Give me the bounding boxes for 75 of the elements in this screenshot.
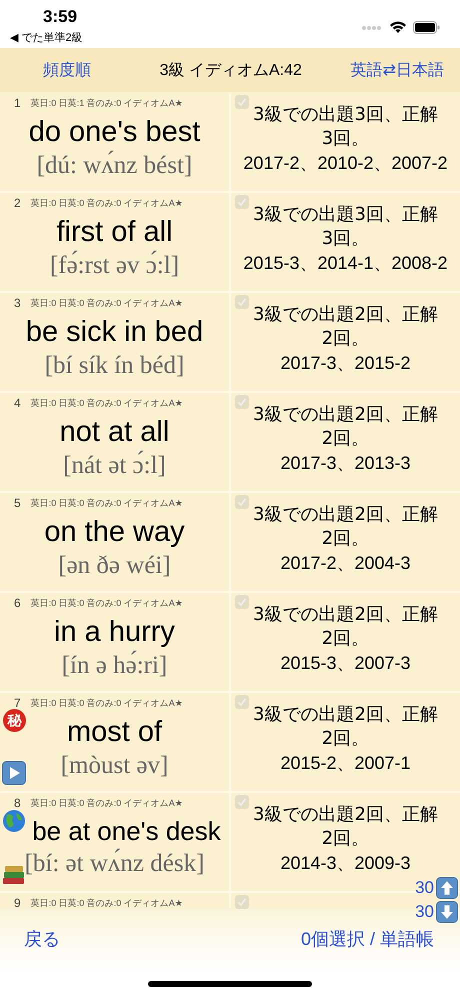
row-number: 7 [14, 696, 21, 710]
exam-dates: 2017-3、2013-3 [280, 452, 411, 475]
select-checkbox[interactable] [235, 395, 249, 409]
exam-history-text: 3級での出題2回、正解 2回。 [253, 703, 438, 751]
wordbook-button[interactable]: 0個選択 / 単語帳 [300, 927, 434, 951]
sort-frequency-button[interactable]: 頻度順 [43, 60, 91, 80]
word-cell[interactable]: 8 英日:0 日英:0 音のみ:0 イディオムA★ be at one's desk [bí: ət wʌ́nz désk] [0, 793, 231, 891]
row-number: 9 [14, 896, 21, 910]
exam-dates: 2015-3、2007-3 [280, 652, 411, 675]
select-checkbox[interactable] [235, 895, 249, 909]
english-phrase: not at all [60, 416, 170, 449]
english-phrase: in a hurry [54, 616, 175, 649]
select-checkbox[interactable] [235, 495, 249, 509]
select-checkbox[interactable] [235, 795, 249, 809]
select-checkbox[interactable] [235, 195, 249, 209]
exam-history-text: 3級での出題3回、正解 3回。 [253, 203, 438, 251]
pronunciation-text: [nát ət ɔ́:l] [63, 452, 166, 480]
back-button[interactable]: 戻る [24, 927, 60, 951]
stats-text: 英日:0 日英:1 音のみ:0 イディオムA★ [30, 96, 183, 110]
exam-dates: 2017-2、2004-3 [280, 552, 411, 575]
row-number: 6 [14, 596, 21, 610]
battery-icon [413, 21, 440, 34]
select-checkbox[interactable] [235, 95, 249, 109]
stats-text: 英日:0 日英:0 音のみ:0 イディオムA★ [30, 896, 183, 910]
exam-dates: 2015-3、2014-1、2008-2 [243, 252, 448, 275]
stats-text: 英日:0 日英:0 音のみ:0 イディオムA★ [30, 496, 183, 510]
exam-history-text: 3級での出題2回、正解 2回。 [253, 503, 438, 551]
english-phrase: be sick in bed [26, 316, 204, 349]
pronunciation-text: [bí sík ín béd] [44, 352, 184, 380]
pronunciation-text: [dú: wʌ́nz bést] [36, 152, 192, 180]
exam-history-text: 3級での出題2回、正解 2回。 [253, 403, 438, 451]
wifi-icon [389, 21, 407, 34]
stats-text: 英日:0 日英:0 音のみ:0 イディオムA★ [30, 596, 183, 610]
english-phrase: on the way [44, 516, 185, 549]
list-title: 3級 イディオムA:42 [160, 60, 302, 80]
exam-history-text: 3級での出題2回、正解 2回。 [253, 303, 438, 351]
stats-text: 英日:0 日英:0 音のみ:0 イディオムA★ [30, 196, 183, 210]
exam-dates: 2015-2、2007-1 [280, 752, 411, 775]
play-icon[interactable] [2, 761, 26, 785]
exam-history-text: 3級での出題2回、正解 2回。 [253, 803, 438, 851]
stats-text: 英日:0 日英:0 音のみ:0 イディオムA★ [30, 396, 183, 410]
row-number: 1 [14, 96, 21, 110]
word-cell[interactable]: 7 英日:0 日英:0 音のみ:0 イディオムA★ 秘 most of [mòust əv] [0, 693, 231, 791]
pronunciation-text: [fə́:rst əv ɔ́:l] [50, 252, 180, 280]
exam-dates: 2017-2、2010-2、2007-2 [243, 152, 448, 175]
secret-badge: 秘 [3, 709, 26, 732]
english-phrase: do one's best [28, 116, 200, 149]
books-icon[interactable] [2, 863, 26, 885]
english-phrase: most of [66, 716, 162, 749]
status-time: 3:59 [43, 7, 78, 27]
stats-text: 英日:0 日英:0 音のみ:0 イディオムA★ [30, 296, 183, 310]
english-phrase: first of all [56, 216, 173, 249]
row-number: 3 [14, 296, 21, 310]
english-phrase: be at one's desk [32, 816, 221, 847]
pronunciation-text: [ən ðə wéi] [58, 552, 171, 580]
pronunciation-text: [bí: ət wʌ́nz désk] [24, 850, 204, 878]
stats-text: 英日:0 日英:0 音のみ:0 イディオムA★ [30, 796, 183, 810]
row-number: 4 [14, 396, 21, 410]
exam-history-text: 3級での出題3回、正解 3回。 [253, 103, 438, 151]
exam-dates: 2014-3、2009-3 [280, 852, 411, 875]
row-number: 8 [14, 796, 21, 810]
select-checkbox[interactable] [235, 295, 249, 309]
row-number: 2 [14, 196, 21, 210]
back-to-app-link[interactable]: ◀ でた単準2級 [10, 30, 83, 45]
cellular-signal-icon [361, 24, 383, 30]
stats-text: 英日:0 日英:0 音のみ:0 イディオムA★ [30, 696, 183, 710]
language-toggle-button[interactable]: 英語⇄日本語 [350, 60, 444, 80]
pronunciation-text: [ín ə hə́:ri] [62, 652, 168, 680]
select-checkbox[interactable] [235, 595, 249, 609]
exam-dates: 2017-3、2015-2 [280, 352, 411, 375]
pronunciation-text: [mòust əv] [60, 752, 168, 780]
select-checkbox[interactable] [235, 695, 249, 709]
exam-history-text: 3級での出題2回、正解 2回。 [253, 603, 438, 651]
globe-icon[interactable] [2, 809, 26, 833]
row-number: 5 [14, 496, 21, 510]
